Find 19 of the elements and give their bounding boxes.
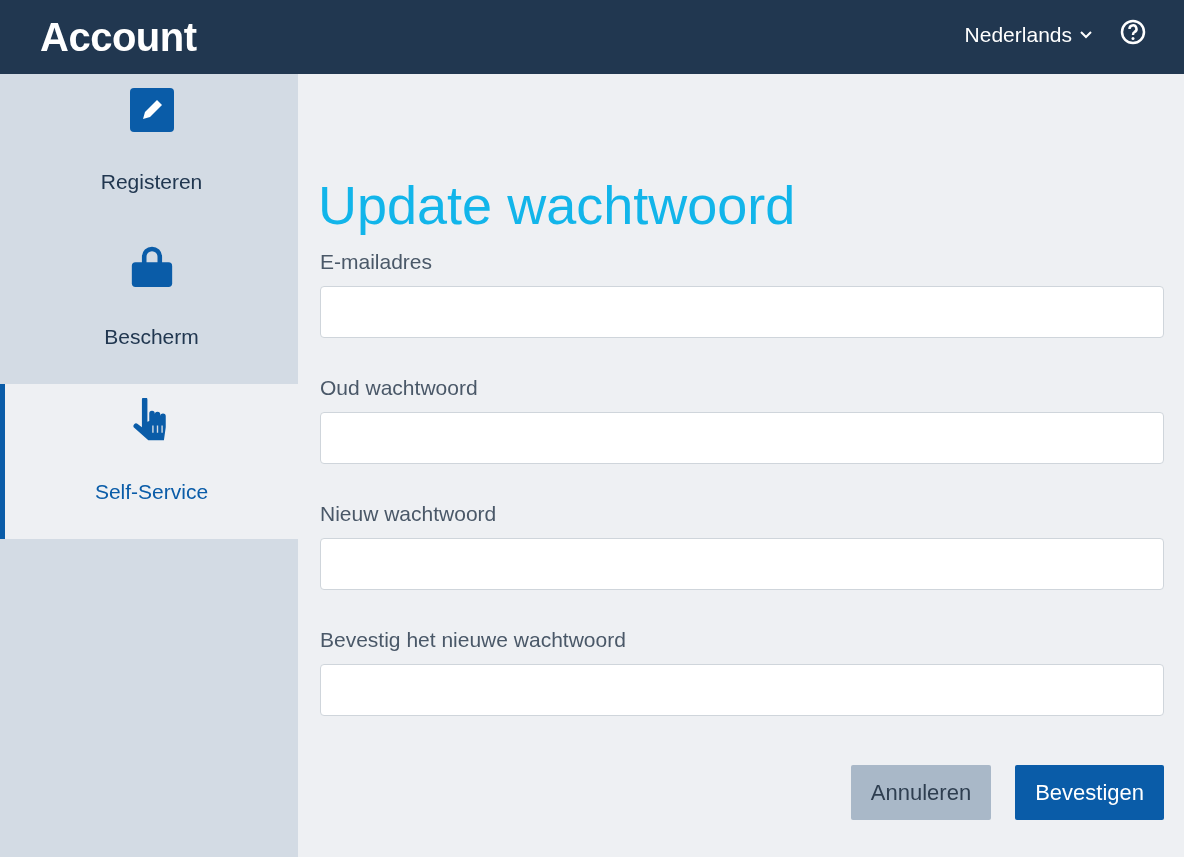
cancel-button[interactable]: Annuleren	[850, 765, 992, 820]
input-field[interactable]	[320, 664, 1164, 716]
language-dropdown[interactable]: Nederlands	[964, 23, 1092, 47]
field-label: Nieuw wachtwoord	[320, 502, 498, 526]
field-label: Oud wachtwoord	[320, 376, 479, 400]
app-title: Account	[40, 14, 198, 60]
pencil-icon	[129, 88, 174, 132]
field-label: Bevestig het nieuwe wachtwoord	[320, 628, 627, 652]
chevron-down-icon	[1080, 31, 1092, 39]
field-label: E-mailadres	[320, 250, 434, 274]
sidebar-item[interactable]: Registeren	[0, 74, 298, 229]
input-field[interactable]	[320, 412, 1164, 464]
sidebar-item[interactable]: Bescherm	[0, 229, 298, 384]
sidebar-item[interactable]: Self-Service	[0, 384, 298, 539]
confirm-button[interactable]: Bevestigen	[1015, 765, 1164, 820]
input-field[interactable]	[320, 538, 1164, 590]
form-title: Update wachtwoord	[318, 174, 797, 236]
input-field[interactable]	[320, 286, 1164, 338]
help-icon[interactable]	[1120, 19, 1146, 45]
